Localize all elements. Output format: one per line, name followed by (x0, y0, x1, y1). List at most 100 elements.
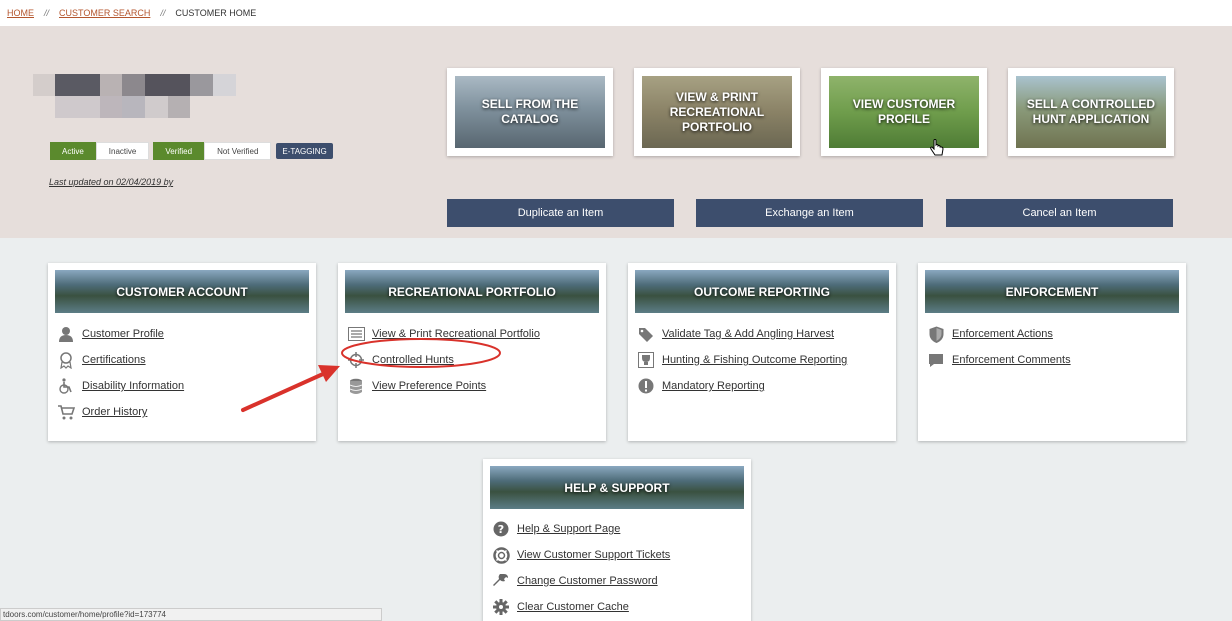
enforcement-actions-link[interactable]: Enforcement Actions (952, 328, 1053, 340)
view-print-portfolio-tile[interactable]: VIEW & PRINT RECREATIONAL PORTFOLIO (634, 68, 800, 156)
hunting-fishing-reporting-link[interactable]: Hunting & Fishing Outcome Reporting (662, 354, 847, 366)
redacted-block (100, 74, 122, 96)
exclamation-icon (637, 377, 655, 395)
verified-toggle[interactable]: Verified (153, 142, 205, 160)
comment-icon (927, 351, 945, 369)
annotation-arrow-head (318, 365, 340, 382)
tile-image-hills: SELL A CONTROLLED HUNT APPLICATION (1016, 76, 1166, 148)
list-item: View & Print Recreational Portfolio (345, 321, 599, 347)
tile-image-field: VIEW & PRINT RECREATIONAL PORTFOLIO (642, 76, 792, 148)
controlled-hunts-link[interactable]: Controlled Hunts (372, 354, 454, 366)
shield-icon (927, 325, 945, 343)
list-item: Controlled Hunts (345, 347, 599, 373)
breadcrumb-separator: // (44, 8, 50, 18)
list-item: ? Help & Support Page (490, 516, 744, 542)
gear-icon (492, 598, 510, 616)
list-item: View Preference Points (345, 373, 599, 399)
redacted-block (55, 74, 100, 96)
order-history-link[interactable]: Order History (82, 406, 147, 418)
card-link-list: ? Help & Support Page View Customer Supp… (490, 509, 744, 621)
view-support-tickets-link[interactable]: View Customer Support Tickets (517, 549, 670, 561)
tile-label: SELL A CONTROLLED HUNT APPLICATION (1026, 97, 1156, 126)
view-print-portfolio-link[interactable]: View & Print Recreational Portfolio (372, 328, 540, 340)
customer-summary-panel: Active Inactive Verified Not Verified E-… (0, 26, 1232, 238)
disability-information-link[interactable]: Disability Information (82, 380, 184, 392)
list-item: Certifications (55, 347, 309, 373)
list-card-icon (347, 325, 365, 343)
validate-tag-link[interactable]: Validate Tag & Add Angling Harvest (662, 328, 834, 340)
customer-account-card: CUSTOMER ACCOUNT Customer Profile Certif… (48, 263, 316, 441)
enforcement-comments-link[interactable]: Enforcement Comments (952, 354, 1071, 366)
card-title: ENFORCEMENT (925, 270, 1179, 313)
mandatory-reporting-link[interactable]: Mandatory Reporting (662, 380, 765, 392)
view-customer-profile-tile[interactable]: VIEW CUSTOMER PROFILE (821, 68, 987, 156)
outcome-reporting-card: OUTCOME REPORTING Validate Tag & Add Ang… (628, 263, 896, 441)
tile-label: SELL FROM THE CATALOG (481, 97, 579, 126)
view-preference-points-link[interactable]: View Preference Points (372, 380, 486, 392)
list-item: View Customer Support Tickets (490, 542, 744, 568)
help-support-page-link[interactable]: Help & Support Page (517, 523, 620, 535)
card-link-list: Enforcement Actions Enforcement Comments (925, 313, 1179, 379)
redacted-block (55, 96, 100, 118)
clear-cache-link[interactable]: Clear Customer Cache (517, 601, 629, 613)
sell-controlled-hunt-tile[interactable]: SELL A CONTROLLED HUNT APPLICATION (1008, 68, 1174, 156)
list-item: Customer Profile (55, 321, 309, 347)
not-verified-toggle[interactable]: Not Verified (204, 142, 272, 160)
duplicate-item-button[interactable]: Duplicate an Item (447, 199, 674, 227)
customer-profile-link[interactable]: Customer Profile (82, 328, 164, 340)
tile-image-grass: VIEW CUSTOMER PROFILE (829, 76, 979, 148)
redacted-block (145, 74, 190, 96)
user-icon (57, 325, 75, 343)
redacted-block (122, 74, 145, 96)
tags-icon (637, 325, 655, 343)
lifering-icon (492, 546, 510, 564)
list-item: Hunting & Fishing Outcome Reporting (635, 347, 889, 373)
redacted-block (33, 74, 55, 96)
cancel-item-button[interactable]: Cancel an Item (946, 199, 1173, 227)
list-item: Clear Customer Cache (490, 594, 744, 620)
redacted-block (122, 96, 145, 118)
status-toggles: Active Inactive Verified Not Verified E-… (50, 142, 333, 160)
list-item: Mandatory Reporting (635, 373, 889, 399)
card-title: OUTCOME REPORTING (635, 270, 889, 313)
help-support-card: HELP & SUPPORT ? Help & Support Page Vie… (483, 459, 751, 621)
browser-status-bar: tdoors.com/customer/home/profile?id=1737… (0, 608, 382, 621)
list-item: Enforcement Comments (925, 347, 1179, 373)
inactive-status-toggle[interactable]: Inactive (95, 142, 150, 160)
hand-pointer-icon (930, 139, 944, 156)
tile-label: VIEW & PRINT RECREATIONAL PORTFOLIO (669, 89, 765, 134)
breadcrumb-customer-search-link[interactable]: CUSTOMER SEARCH (59, 8, 150, 18)
breadcrumb-current: CUSTOMER HOME (175, 8, 257, 18)
svg-text:?: ? (498, 523, 504, 536)
card-title: RECREATIONAL PORTFOLIO (345, 270, 599, 313)
breadcrumb-home-link[interactable]: HOME (7, 8, 34, 18)
tile-image-beach: SELL FROM THE CATALOG (455, 76, 605, 148)
breadcrumb-separator: // (160, 8, 166, 18)
wrench-icon (492, 572, 510, 590)
enforcement-card: ENFORCEMENT Enforcement Actions Enforcem… (918, 263, 1186, 441)
trophy-icon (637, 351, 655, 369)
active-status-toggle[interactable]: Active (50, 142, 96, 160)
exchange-item-button[interactable]: Exchange an Item (696, 199, 923, 227)
last-updated-text: Last updated on 02/04/2019 by (49, 177, 174, 187)
redacted-block (145, 96, 168, 118)
sell-from-catalog-tile[interactable]: SELL FROM THE CATALOG (447, 68, 613, 156)
certifications-link[interactable]: Certifications (82, 354, 146, 366)
question-icon: ? (492, 520, 510, 538)
list-item: Change Customer Password (490, 568, 744, 594)
card-title: HELP & SUPPORT (490, 466, 744, 509)
list-item: Enforcement Actions (925, 321, 1179, 347)
cart-icon (57, 403, 75, 421)
redacted-block (213, 74, 236, 96)
change-password-link[interactable]: Change Customer Password (517, 575, 658, 587)
card-title: CUSTOMER ACCOUNT (55, 270, 309, 313)
tile-label: VIEW CUSTOMER PROFILE (852, 97, 956, 126)
list-item: Disability Information (55, 373, 309, 399)
breadcrumb: HOME // CUSTOMER SEARCH // CUSTOMER HOME (0, 0, 1232, 26)
ribbon-icon (57, 351, 75, 369)
redacted-block (168, 96, 190, 118)
recreational-portfolio-card: RECREATIONAL PORTFOLIO View & Print Recr… (338, 263, 606, 441)
wheelchair-icon (57, 377, 75, 395)
etagging-badge[interactable]: E-TAGGING (276, 143, 333, 159)
list-item: Validate Tag & Add Angling Harvest (635, 321, 889, 347)
